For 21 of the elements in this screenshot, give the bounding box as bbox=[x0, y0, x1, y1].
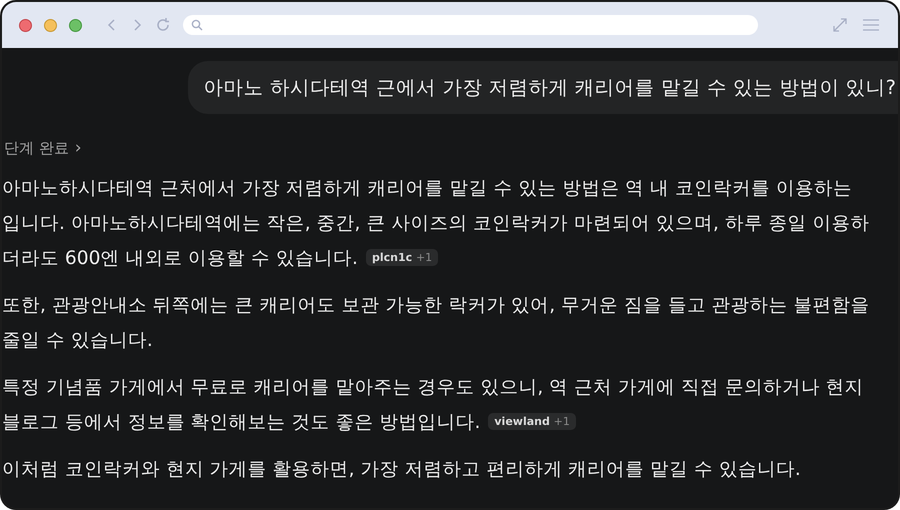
close-button[interactable] bbox=[19, 18, 32, 32]
citation-chip[interactable]: plcn1c +1 bbox=[366, 249, 438, 266]
citation-chip[interactable]: viewland +1 bbox=[488, 413, 576, 430]
menu-icon[interactable] bbox=[862, 18, 880, 32]
maximize-button[interactable] bbox=[69, 18, 82, 32]
answer-text: 아마노하시다테역 근처에서 가장 저렴하게 캐리어를 맡길 수 있는 방법은 역 내 코인락커를 이용하는 bbox=[2, 176, 852, 200]
answer-text: 또한, 관광안내소 뒤쪽에는 큰 캐리어도 보관 가능한 락커가 있어, 무거운 짐을 들고 관광하는 불편함을 bbox=[2, 294, 870, 318]
expand-icon[interactable] bbox=[832, 17, 848, 33]
answer-text: 특정 기념품 가게에서 무료로 캐리어를 맡아주는 경우도 있으니, 역 근처 가게에 직접 문의하거나 현지 bbox=[2, 376, 864, 400]
answer-text: 줄일 수 있습니다. bbox=[2, 328, 153, 352]
answer-text: 블로그 등에서 정보를 확인해보는 것도 좋은 방법입니다. bbox=[2, 410, 480, 434]
answer-text: 이처럼 코인락커와 현지 가게를 활용하면, 가장 저렴하고 편리하게 캐리어를 맡길 수 있습니다. bbox=[2, 458, 801, 482]
address-field[interactable] bbox=[183, 15, 758, 35]
reload-icon[interactable] bbox=[155, 17, 171, 33]
answer-text: 더라도 600엔 내외로 이용할 수 있습니다. bbox=[2, 246, 358, 270]
answer-text: 입니다. 아마노하시다테역에는 작은, 중간, 큰 사이즈의 코인락커가 마련되어 있으며, 하루 종일 이용하 bbox=[2, 212, 870, 236]
minimize-button[interactable] bbox=[44, 18, 57, 32]
search-icon bbox=[191, 19, 203, 31]
chevron-icon: › bbox=[74, 138, 82, 158]
user-message: 아마노 하시다테역 근에서 가장 저렴하게 캐리어를 맡길 수 있는 방법이 있니? bbox=[188, 61, 898, 114]
steps-label: 단계 완료 bbox=[4, 138, 69, 158]
